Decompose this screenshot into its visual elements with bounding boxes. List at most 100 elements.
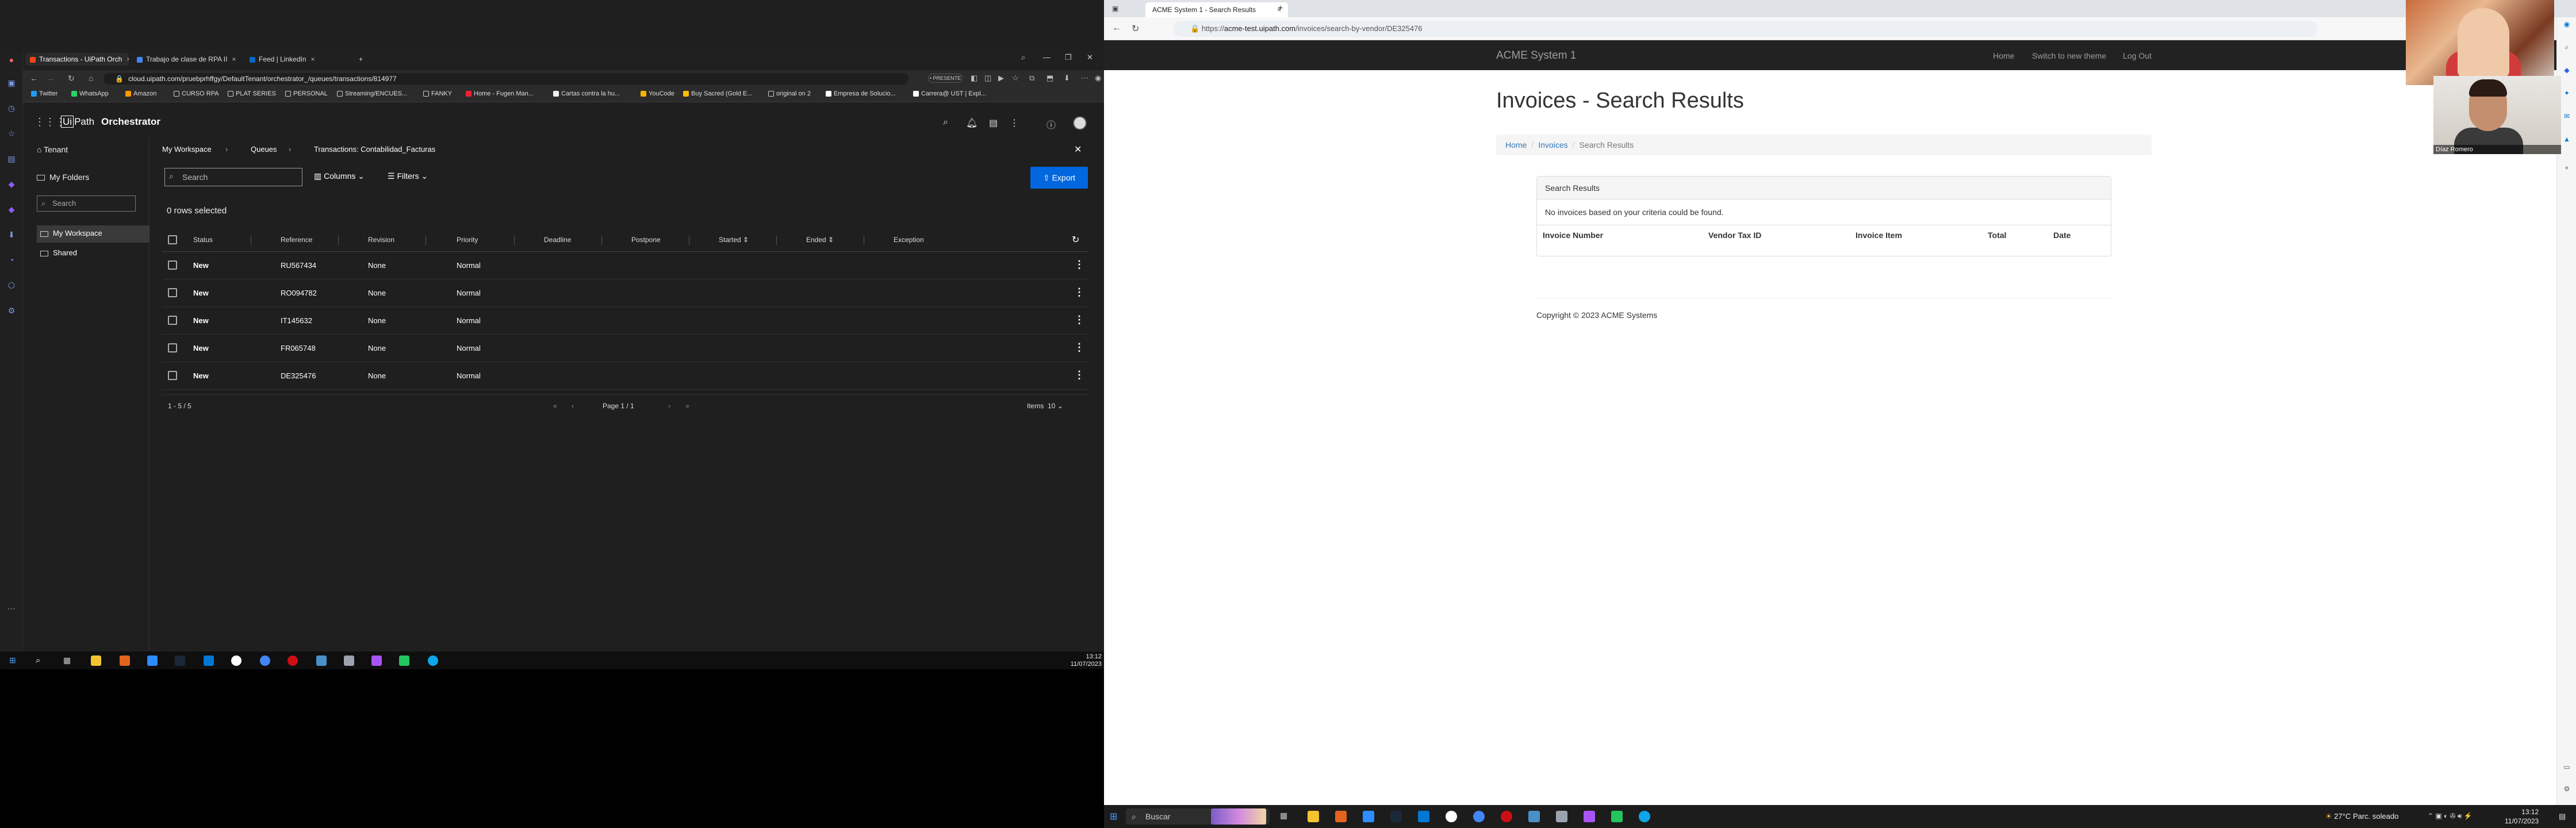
document-icon[interactable]: ▤ <box>989 117 998 129</box>
edge-icon[interactable] <box>1639 811 1650 822</box>
row-checkbox[interactable] <box>168 288 177 297</box>
system-tray[interactable]: ⌃ ▣ ◐ ✇ 🔊︎ ⚡ <box>2428 812 2472 821</box>
extensions-icon[interactable]: ⬡ <box>6 279 17 291</box>
menu-icon[interactable]: ⋯ <box>1081 74 1088 83</box>
filters-button[interactable]: ☰ Filters ⌄ <box>388 171 428 181</box>
status-pill[interactable]: • PRESENTE <box>928 74 963 83</box>
app-icon-2[interactable]: ◆ <box>6 204 17 215</box>
select-all-checkbox[interactable] <box>168 235 177 244</box>
uipath-logo[interactable]: Ui Path Orchestrator <box>61 116 160 128</box>
nav-home[interactable]: Home <box>1993 51 2014 60</box>
row-menu-icon[interactable]: ⋮ <box>1074 286 1084 298</box>
row-checkbox[interactable] <box>168 260 177 270</box>
next-page-icon[interactable]: › <box>668 402 670 410</box>
add-icon[interactable]: + <box>2562 163 2571 172</box>
table-row[interactable]: New RU567434 None Normal ⋮ <box>162 252 1088 279</box>
profile-icon[interactable]: ◉ <box>1095 74 1101 83</box>
chrome-icon[interactable] <box>260 656 270 666</box>
github-icon[interactable] <box>1446 811 1457 822</box>
columns-button[interactable]: ▥ Columns ⌄ <box>314 171 365 181</box>
app-icon[interactable] <box>1335 811 1347 822</box>
my-folders-item[interactable]: My Folders <box>37 172 89 182</box>
time-icon[interactable]: ◔ <box>6 254 17 266</box>
reload-icon[interactable]: ↻ <box>1132 23 1139 34</box>
back-icon[interactable]: ← <box>30 74 38 83</box>
column-header-status[interactable]: Status <box>193 236 213 244</box>
search-tabs-icon[interactable]: ⌕ <box>1021 53 1025 62</box>
sidebar-toggle-icon[interactable]: ▭ <box>2562 762 2571 772</box>
windows-start-icon[interactable]: ⊞ <box>1110 811 1117 822</box>
bookmark-carrera[interactable]: Carrera@ UST | Expl... <box>913 90 986 97</box>
bookmark-twitter[interactable]: Twitter <box>31 90 57 97</box>
help-icon[interactable]: ⓘ <box>1046 117 1056 131</box>
collections-icon[interactable]: ▤ <box>6 153 17 164</box>
close-tab-icon[interactable]: × <box>126 55 129 63</box>
steam-icon[interactable] <box>175 656 185 666</box>
close-window-icon[interactable]: ✕ <box>1087 53 1093 62</box>
shopping-icon[interactable]: ◆ <box>2562 66 2571 75</box>
split-screen-icon[interactable]: ⧉ <box>1029 74 1034 83</box>
home-icon[interactable]: ⌂ <box>89 74 93 83</box>
search-icon[interactable]: ⌕ <box>943 117 948 128</box>
reload-icon[interactable]: ↻ <box>68 74 75 83</box>
tab-actions-icon[interactable]: ▣ <box>1112 5 1118 13</box>
github-icon[interactable] <box>231 656 241 666</box>
uipath-studio-icon[interactable] <box>1528 811 1540 822</box>
table-row[interactable]: New RO094782 None Normal ⋮ <box>162 279 1088 307</box>
chrome-icon[interactable] <box>1473 811 1485 822</box>
task-view-icon[interactable]: ▦ <box>63 656 74 666</box>
bookmark-youcode[interactable]: YouCode <box>641 90 674 97</box>
row-menu-icon[interactable]: ⋮ <box>1074 314 1084 326</box>
acme-brand[interactable]: ACME System 1 <box>1496 49 1576 62</box>
extension-icon-2[interactable]: ◫ <box>984 74 991 83</box>
column-divider[interactable] <box>425 236 426 245</box>
taskbar-clock[interactable]: 13:12 11/07/2023 <box>1071 653 1102 668</box>
steam-icon[interactable] <box>1390 811 1402 822</box>
edge-icon[interactable] <box>428 656 438 666</box>
vscode-icon[interactable] <box>204 656 214 666</box>
row-checkbox[interactable] <box>168 343 177 352</box>
new-tab-button[interactable]: + <box>359 53 370 66</box>
column-header-revision[interactable]: Revision <box>368 236 394 244</box>
breadcrumb-my-workspace[interactable]: My Workspace <box>162 145 212 154</box>
notifications-icon[interactable]: ▤ <box>2559 812 2566 821</box>
opera-icon[interactable] <box>288 656 298 666</box>
forward-icon[interactable]: → <box>46 74 54 83</box>
bookmark-curso-rpa[interactable]: CURSO RPA <box>174 90 219 97</box>
visual-studio-icon[interactable] <box>371 656 382 666</box>
back-icon[interactable]: ← <box>1112 23 1121 33</box>
app-icon[interactable]: ◆ <box>6 178 17 190</box>
security-icon[interactable] <box>1556 811 1567 822</box>
column-header-exception[interactable]: Exception <box>894 236 924 244</box>
downloads-icon[interactable]: ⬇ <box>6 229 17 240</box>
favorite-icon[interactable]: ☆ <box>1012 74 1019 83</box>
bookmark-original[interactable]: original on 2 <box>768 90 811 97</box>
taskbar-clock[interactable]: 13:12 11/07/2023 <box>2505 807 2539 826</box>
bookmark-cartas[interactable]: Cartas contra la hu... <box>553 90 620 97</box>
search-icon[interactable]: ⌕ <box>2562 43 2571 52</box>
bookmark-home[interactable]: Home - Fugen Man... <box>466 90 534 97</box>
app-icon-green[interactable] <box>1611 811 1623 822</box>
notifications-icon[interactable]: 🔔︎ <box>966 117 977 129</box>
folder-search-input[interactable]: Search <box>37 195 136 212</box>
bookmark-buy-sacred[interactable]: Buy Sacred (Gold E... <box>683 90 752 97</box>
file-explorer-icon[interactable] <box>91 656 101 666</box>
user-avatar[interactable] <box>1073 116 1087 130</box>
favorites-icon[interactable]: ☆ <box>6 128 17 139</box>
column-header-priority[interactable]: Priority <box>457 236 478 244</box>
more-options-icon[interactable]: ⋮ <box>1010 117 1019 129</box>
column-header-started[interactable]: Started ⇕ <box>719 236 749 244</box>
refresh-icon[interactable]: ↻ <box>1072 234 1079 246</box>
column-divider[interactable] <box>338 236 339 245</box>
tenant-item[interactable]: ⌂ Tenant <box>37 145 68 154</box>
minimize-icon[interactable]: — <box>1043 53 1051 62</box>
outlook-icon[interactable]: ✉ <box>2562 112 2571 121</box>
breadcrumb-invoices[interactable]: Invoices <box>1538 140 1567 150</box>
zoom-icon[interactable] <box>1363 811 1374 822</box>
bookmark-plat-series[interactable]: PLAT SERIES <box>228 90 276 97</box>
nav-switch-theme[interactable]: Switch to new theme <box>2032 51 2106 60</box>
search-icon[interactable]: ⌕ <box>36 656 46 666</box>
close-tab-icon[interactable]: × <box>311 55 315 63</box>
table-row[interactable]: New FR065748 None Normal ⋮ <box>162 335 1088 362</box>
bookmark-empresa[interactable]: Empresa de Solucio... <box>826 90 896 97</box>
